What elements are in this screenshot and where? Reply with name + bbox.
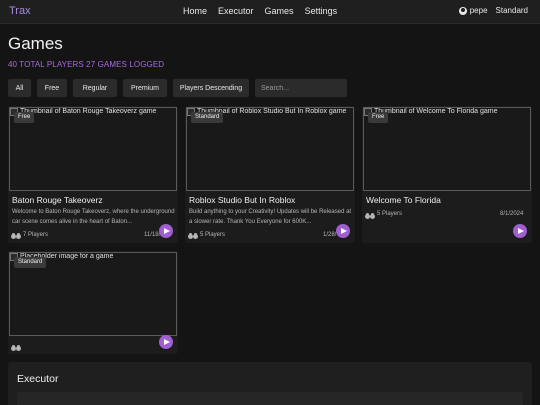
game-card-roblox-studio[interactable]: Thumbnail of Roblox Studio But In Roblox… [185, 106, 355, 243]
nav-link-settings[interactable]: Settings [305, 6, 338, 16]
executor-title: Executor [17, 373, 59, 385]
thumbnail-alt-text: Thumbnail of Baton Rouge Takeoverz game [20, 108, 157, 115]
tier-badge: Standard [191, 112, 224, 123]
users-icon [366, 213, 375, 218]
game-card-placeholder[interactable]: Placeholder image for a game Standard [8, 251, 178, 354]
filter-all-button[interactable]: All [8, 79, 31, 97]
nav-links: Home Executor Games Settings [183, 6, 337, 16]
game-description: Build anything to your Creativity! Updat… [189, 209, 352, 225]
player-count: 7 Players [23, 232, 49, 238]
users-icon [189, 233, 198, 238]
user-circle-icon [458, 6, 467, 15]
game-date: 11/18/ [144, 232, 161, 238]
plan-label: Standard [495, 6, 528, 15]
game-date: 8/1/2024 [500, 211, 524, 217]
users-icon [12, 345, 21, 350]
game-description: Welcome to Baton Rouge Takeoverz, where … [12, 209, 175, 225]
play-button[interactable] [513, 224, 527, 238]
sort-players-descending-button[interactable]: Players Descending [173, 79, 249, 97]
game-title: Baton Rouge Takeoverz [12, 195, 103, 205]
filter-premium-button[interactable]: Premium [123, 79, 167, 97]
top-navbar: Trax Home Executor Games Settings pepe S… [0, 0, 540, 24]
executor-panel: Executor [8, 362, 532, 405]
game-card-welcome-to-florida[interactable]: Thumbnail of Welcome To Florida game Fre… [362, 106, 532, 243]
play-button[interactable] [159, 224, 173, 238]
nav-link-home[interactable]: Home [183, 6, 207, 16]
search-input[interactable] [255, 79, 347, 97]
player-count: 5 Players [377, 211, 403, 217]
executor-editor[interactable] [17, 392, 523, 405]
game-card-baton-rouge[interactable]: Thumbnail of Baton Rouge Takeoverz game … [8, 106, 178, 243]
game-date: 1/28/ [323, 232, 337, 238]
brand-logo[interactable]: Trax [9, 5, 31, 17]
play-button[interactable] [159, 335, 173, 349]
page-title: Games [8, 34, 63, 53]
game-thumbnail[interactable]: Thumbnail of Baton Rouge Takeoverz game … [9, 107, 177, 191]
nav-link-games[interactable]: Games [265, 6, 294, 16]
stats-summary: 40 TOTAL PLAYERS 27 GAMES LOGGED [8, 60, 165, 69]
filter-regular-button[interactable]: Regular [73, 79, 117, 97]
tier-badge: Free [368, 112, 389, 123]
game-title: Roblox Studio But In Roblox [189, 195, 296, 205]
thumbnail-alt-text: Thumbnail of Welcome To Florida game [374, 108, 498, 115]
tier-badge: Standard [14, 257, 47, 268]
play-button[interactable] [336, 224, 350, 238]
game-title: Welcome To Florida [366, 195, 441, 205]
game-thumbnail[interactable]: Thumbnail of Roblox Studio But In Roblox… [186, 107, 354, 191]
filter-free-button[interactable]: Free [37, 79, 67, 97]
game-thumbnail[interactable]: Placeholder image for a game Standard [9, 252, 177, 336]
tier-badge: Free [14, 112, 35, 123]
player-count: 5 Players [200, 232, 226, 238]
game-thumbnail[interactable]: Thumbnail of Welcome To Florida game Fre… [363, 107, 531, 191]
nav-link-executor[interactable]: Executor [218, 6, 254, 16]
filter-bar: All Free Regular Premium Players Descend… [8, 79, 347, 97]
user-menu[interactable]: pepe Standard [458, 6, 528, 15]
username: pepe [469, 6, 488, 15]
users-icon [12, 233, 21, 238]
